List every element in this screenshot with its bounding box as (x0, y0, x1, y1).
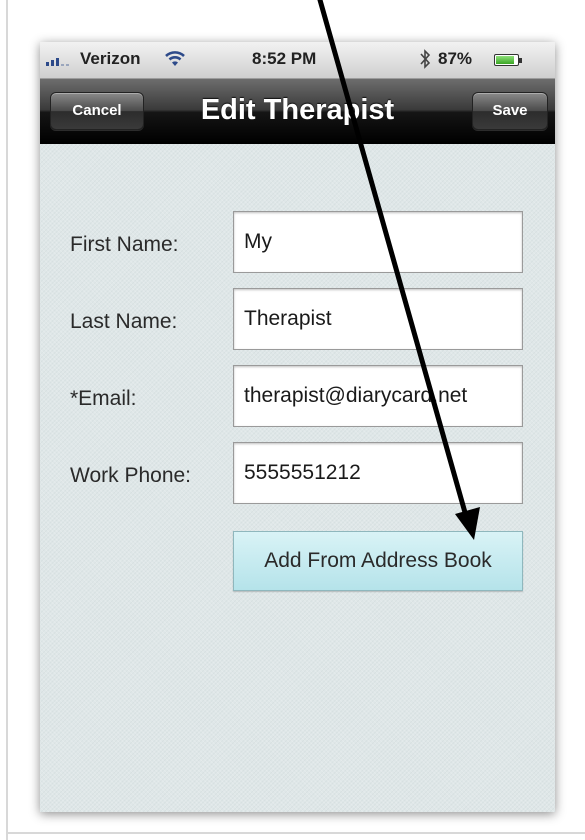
save-button[interactable]: Save (472, 92, 548, 130)
work-phone-field[interactable] (233, 442, 523, 504)
page-bottom-border (6, 832, 585, 834)
battery-percent: 87% (438, 49, 473, 68)
phone-screen: Verizon 8:52 PM 87% Cancel Edit Therapis… (40, 42, 555, 812)
first-name-field[interactable] (233, 211, 523, 273)
navigation-bar: Cancel Edit Therapist Save (40, 79, 555, 144)
work-phone-label: Work Phone: (70, 464, 192, 487)
edit-form: First Name: Last Name: *Email: Work Phon… (40, 144, 555, 812)
last-name-field[interactable] (233, 288, 523, 350)
page: Verizon 8:52 PM 87% Cancel Edit Therapis… (0, 0, 585, 840)
add-from-address-book-button[interactable]: Add From Address Book (233, 531, 523, 591)
bluetooth-icon (420, 49, 431, 69)
email-field[interactable] (233, 365, 523, 427)
signal-icon (46, 58, 69, 66)
status-bar: Verizon 8:52 PM 87% (40, 42, 555, 79)
first-name-label: First Name: (70, 233, 179, 256)
carrier-name: Verizon (80, 49, 141, 68)
email-label: *Email: (70, 387, 137, 410)
wifi-icon (165, 51, 185, 66)
last-name-label: Last Name: (70, 310, 178, 333)
status-time: 8:52 PM (252, 49, 317, 68)
page-left-border (6, 0, 8, 840)
battery-fill (496, 56, 515, 64)
battery-icon (494, 54, 522, 66)
